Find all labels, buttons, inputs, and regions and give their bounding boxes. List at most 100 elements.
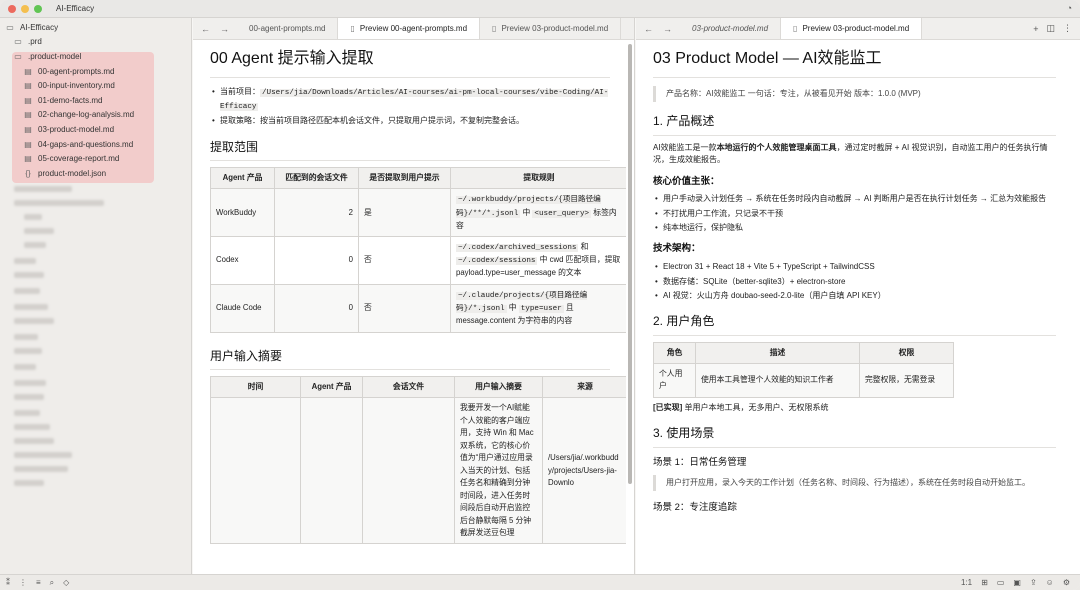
tab-00-agent-prompts[interactable]: 00-agent-prompts.md: [237, 18, 339, 39]
redacted-tree-item: [14, 348, 42, 354]
left-editor-pane: ← → 00-agent-prompts.md ▯ Preview 00-agen…: [193, 18, 635, 574]
redacted-tree-item: [14, 438, 54, 444]
tab-preview-03-product-model[interactable]: ▯ Preview 03-product-model.md: [480, 18, 622, 39]
settings-icon[interactable]: ⚙: [1063, 578, 1070, 587]
pane-toolbar: + ◫ ⋮: [1025, 18, 1080, 39]
history-nav: ← →: [636, 18, 680, 39]
tree-item-file[interactable]: ▤ 03-product-model.md: [0, 122, 191, 137]
tab-label: Preview 00-agent-prompts.md: [359, 24, 468, 33]
left-tab-bar: ← → 00-agent-prompts.md ▯ Preview 00-agen…: [193, 18, 634, 40]
search-icon[interactable]: ⌕: [50, 578, 54, 588]
rule-cell: ~/.claude/projects/{项目路径编码}/*.jsonl 中 ty…: [450, 283, 626, 333]
tree-root[interactable]: ▭ AI-Efficacy: [0, 20, 191, 35]
tree-root-label: AI-Efficacy: [20, 22, 59, 32]
outline-icon[interactable]: ⋮: [19, 578, 27, 588]
rule-text: 中: [520, 207, 533, 217]
overview-text: AI效能监工是一款: [653, 142, 717, 152]
table-header: 权限: [859, 341, 954, 365]
table-header: 提取规则: [450, 167, 626, 190]
sync-icon[interactable]: ⊞: [981, 578, 988, 587]
tag-icon[interactable]: ◇: [63, 578, 69, 588]
right-tab-bar: ← → 03-product-model.md ▯ Preview 03-prod…: [636, 18, 1080, 40]
markdown-file-icon: ▤: [24, 81, 32, 91]
forward-arrow-icon[interactable]: →: [220, 24, 229, 34]
table-row: Codex 0 否 ~/.codex/archived_sessions 和 ~…: [210, 236, 626, 285]
list-icon[interactable]: ≡: [36, 578, 41, 588]
window-controls: [8, 4, 42, 13]
table-header: 匹配到的会话文件: [274, 167, 359, 190]
section-heading-overview: 1. 产品概述: [653, 112, 1056, 136]
close-window-button[interactable]: [8, 4, 16, 13]
count-cell: 0: [274, 283, 359, 333]
image-icon[interactable]: ▣: [1013, 578, 1021, 587]
back-arrow-icon[interactable]: ←: [201, 24, 210, 34]
graph-view-icon[interactable]: ⁑: [6, 578, 10, 588]
table-row: WorkBuddy 2 是 ~/.workbuddy/projects/{项目路…: [210, 188, 626, 238]
redacted-tree-item: [14, 304, 48, 310]
tree-item-file[interactable]: ▤ 05-coverage-report.md: [0, 151, 191, 166]
tab-label: Preview 03-product-model.md: [501, 24, 609, 33]
tree-item-label: .product-model: [28, 51, 82, 61]
redacted-tree-item: [14, 380, 46, 386]
zoom-window-button[interactable]: [34, 4, 42, 13]
tree-item-label: product-model.json: [38, 168, 107, 178]
bullet-label: 当前项目：: [220, 86, 260, 96]
split-view-icon[interactable]: ◫: [1046, 23, 1055, 34]
people-icon[interactable]: ☺: [1046, 578, 1054, 587]
core-value-title: 核心价值主张：: [653, 175, 720, 187]
markdown-file-icon: ▤: [24, 124, 32, 134]
tab-preview-03-product-model[interactable]: ▯ Preview 03-product-model.md: [781, 18, 923, 39]
agent-cell: [300, 397, 363, 545]
add-tab-icon[interactable]: +: [1033, 24, 1038, 34]
tree-item-file[interactable]: ▤ 02-change-log-analysis.md: [0, 108, 191, 123]
markdown-file-icon: ▤: [24, 66, 32, 76]
back-arrow-icon[interactable]: ←: [644, 24, 653, 34]
extracted-cell: 否: [358, 283, 451, 333]
session-file-cell: [362, 397, 455, 545]
redacted-tree-item: [14, 410, 40, 416]
redacted-tree-item: [14, 452, 72, 458]
list-item: Electron 31 + React 18 + Vite 5 + TypeSc…: [653, 261, 1056, 274]
source-cell: /Users/jia/.workbuddy/projects/Users-jia…: [542, 397, 626, 545]
left-preview-content: 00 Agent 提示输入提取 当前项目：/Users/jia/Download…: [193, 41, 626, 574]
minimize-window-button[interactable]: [21, 4, 29, 13]
tree-item-file[interactable]: {} product-model.json: [0, 166, 191, 181]
table-header: Agent 产品: [300, 376, 363, 399]
account-icon[interactable]: ◔: [1067, 3, 1072, 13]
tree-item-file[interactable]: ▤ 00-agent-prompts.md: [0, 64, 191, 79]
tab-03-product-model[interactable]: 03-product-model.md: [680, 18, 782, 39]
agent-cell: Claude Code: [210, 283, 275, 333]
time-cell: [210, 397, 301, 545]
status-bar: ⁑ ⋮ ≡ ⌕ ◇ 1:1 ⊞ ▭ ▣ ⇪ ☺ ⚙: [0, 574, 1080, 590]
tree-item-prd[interactable]: ▭ .prd: [0, 35, 191, 50]
tab-preview-00-agent-prompts[interactable]: ▯ Preview 00-agent-prompts.md: [338, 18, 481, 39]
list-item: 不打扰用户工作流，只记录不干预: [653, 208, 1056, 221]
history-nav: ← →: [193, 18, 237, 39]
tree-item-file[interactable]: ▤ 00-input-inventory.md: [0, 78, 191, 93]
extracted-cell: 是: [358, 188, 451, 238]
tree-item-file[interactable]: ▤ 01-demo-facts.md: [0, 93, 191, 108]
more-icon[interactable]: ⋮: [1063, 23, 1072, 34]
tree-item-label: .prd: [28, 37, 42, 47]
layout-icon[interactable]: ▭: [997, 578, 1005, 587]
tree-item-label: 00-input-inventory.md: [38, 81, 115, 91]
markdown-file-icon: ▤: [24, 154, 32, 164]
role-cell: 个人用户: [653, 363, 696, 398]
tech-stack-heading: 技术架构：: [653, 242, 1056, 257]
scene-1-heading: 场景 1：日常任务管理: [653, 456, 747, 468]
overview-paragraph: AI效能监工是一款本地运行的个人效能管理桌面工具，通过定时截屏 + AI 视觉识…: [653, 142, 1056, 167]
rule-text: 中: [506, 303, 519, 313]
table-header: 会话文件: [362, 376, 455, 399]
tree-item-product-model[interactable]: ▭ .product-model: [0, 49, 191, 64]
share-icon[interactable]: ⇪: [1030, 578, 1037, 587]
tree-item-file[interactable]: ▤ 04-gaps-and-questions.md: [0, 137, 191, 152]
preview-icon: ▯: [793, 24, 798, 33]
extracted-cell: 否: [358, 236, 451, 285]
user-input-summary-table: 时间 Agent 产品 会话文件 用户输入摘要 来源 我要开发一个AI赋能个人效…: [210, 376, 626, 545]
zoom-level[interactable]: 1:1: [961, 578, 972, 587]
left-scrollbar[interactable]: [628, 44, 632, 484]
table-header: 角色: [653, 341, 696, 365]
forward-arrow-icon[interactable]: →: [663, 24, 672, 34]
tree-item-label: 05-coverage-report.md: [38, 154, 120, 164]
description-cell: 使用本工具管理个人效能的知识工作者: [695, 363, 860, 398]
